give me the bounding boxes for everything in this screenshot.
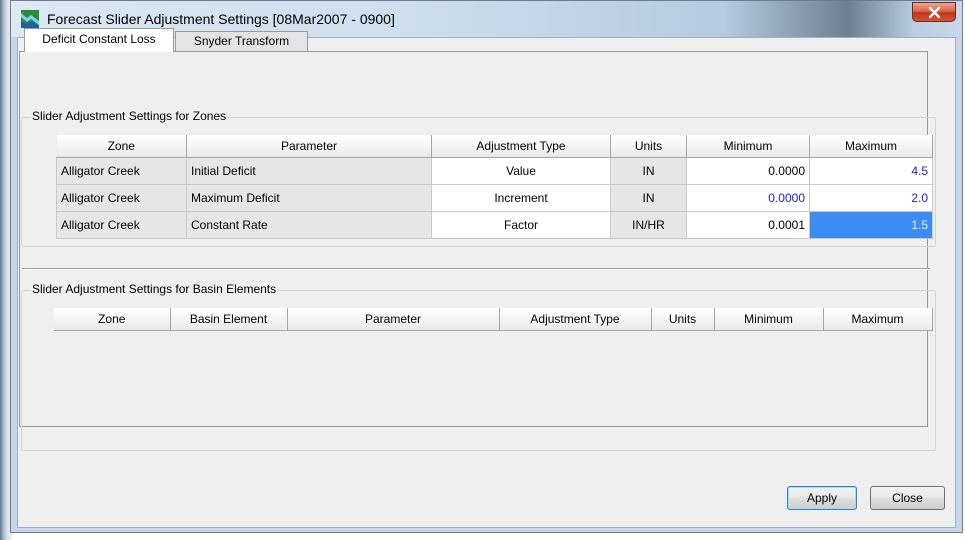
- column-header-minimum[interactable]: Minimum: [686, 135, 810, 158]
- column-header-adjustment-type[interactable]: Adjustment Type: [431, 135, 611, 158]
- column-header-zone[interactable]: Zone: [54, 308, 171, 331]
- window-close-button[interactable]: [912, 2, 956, 22]
- window-title: Forecast Slider Adjustment Settings [08M…: [47, 11, 395, 27]
- column-header-maximum[interactable]: Maximum: [823, 308, 933, 331]
- close-button[interactable]: Close: [870, 486, 945, 510]
- adjustment-type-cell[interactable]: Increment: [431, 184, 611, 212]
- tab-snyder-transform[interactable]: Snyder Transform: [175, 31, 308, 52]
- column-header-units[interactable]: Units: [651, 308, 715, 331]
- app-icon: [21, 10, 39, 28]
- units-cell: IN/HR: [610, 211, 687, 239]
- parameter-cell: Initial Deficit: [186, 157, 432, 185]
- basin-group-title: Slider Adjustment Settings for Basin Ele…: [30, 282, 279, 296]
- table-row: Alligator Creek Initial Deficit Value IN…: [56, 157, 933, 185]
- column-header-units[interactable]: Units: [610, 135, 687, 158]
- column-header-minimum[interactable]: Minimum: [714, 308, 824, 331]
- maximum-cell-selected[interactable]: 1.5: [809, 211, 933, 239]
- column-header-maximum[interactable]: Maximum: [809, 135, 933, 158]
- adjustment-type-cell[interactable]: Value: [431, 157, 611, 185]
- zone-cell: Alligator Creek: [56, 184, 187, 212]
- column-header-parameter[interactable]: Parameter: [186, 135, 432, 158]
- close-icon: [929, 7, 940, 18]
- units-cell: IN: [610, 157, 687, 185]
- minimum-cell[interactable]: 0.0000: [686, 184, 810, 212]
- basin-elements-table: Zone Basin Element Parameter Adjustment …: [54, 308, 933, 331]
- units-cell: IN: [610, 184, 687, 212]
- apply-button[interactable]: Apply: [787, 486, 857, 510]
- parameter-cell: Constant Rate: [186, 211, 432, 239]
- zones-group-title: Slider Adjustment Settings for Zones: [30, 109, 229, 123]
- maximum-cell[interactable]: 4.5: [809, 157, 933, 185]
- maximum-cell[interactable]: 2.0: [809, 184, 933, 212]
- table-header-row: Zone Basin Element Parameter Adjustment …: [54, 308, 933, 331]
- table-row: Alligator Creek Maximum Deficit Incremen…: [56, 184, 933, 212]
- table-header-row: Zone Parameter Adjustment Type Units Min…: [56, 135, 933, 158]
- parameter-cell: Maximum Deficit: [186, 184, 432, 212]
- minimum-cell[interactable]: 0.0001: [686, 211, 810, 239]
- column-header-basin-element[interactable]: Basin Element: [170, 308, 288, 331]
- zone-cell: Alligator Creek: [56, 211, 187, 239]
- column-header-parameter[interactable]: Parameter: [287, 308, 500, 331]
- minimum-cell[interactable]: 0.0000: [686, 157, 810, 185]
- adjustment-type-cell[interactable]: Factor: [431, 211, 611, 239]
- column-header-zone[interactable]: Zone: [56, 135, 187, 158]
- tab-deficit-constant-loss[interactable]: Deficit Constant Loss: [24, 28, 174, 52]
- column-header-adjustment-type[interactable]: Adjustment Type: [499, 308, 652, 331]
- section-divider: [22, 268, 930, 270]
- zone-cell: Alligator Creek: [56, 157, 187, 185]
- table-row: Alligator Creek Constant Rate Factor IN/…: [56, 211, 933, 239]
- zones-table: Zone Parameter Adjustment Type Units Min…: [56, 135, 933, 239]
